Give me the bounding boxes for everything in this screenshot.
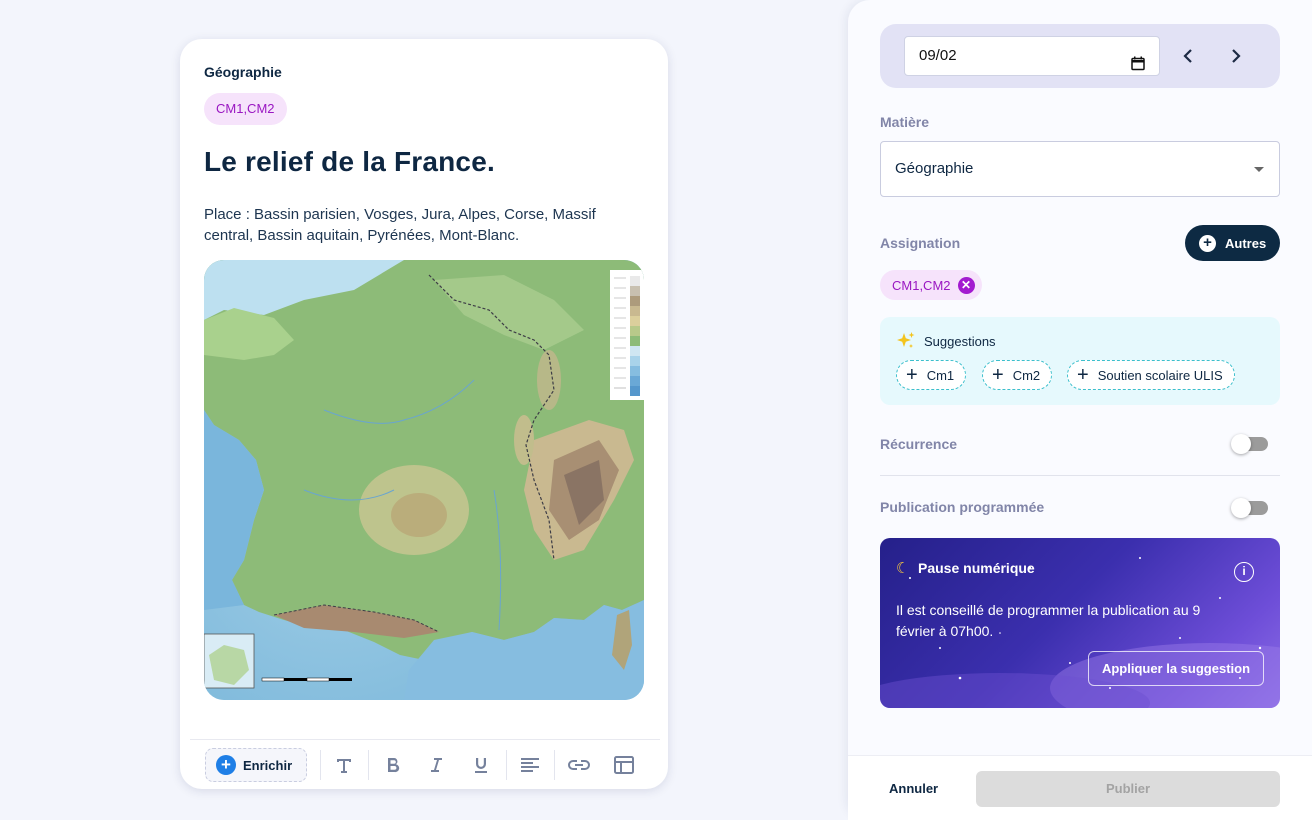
date-input[interactable]: 09/02 xyxy=(904,36,1160,76)
toggle-knob xyxy=(1231,434,1251,454)
info-icon[interactable]: i xyxy=(1234,562,1254,582)
assigned-class-tag: CM1,CM2 ✕ xyxy=(880,270,982,300)
remove-tag-icon[interactable]: ✕ xyxy=(957,276,975,294)
date-value: 09/02 xyxy=(919,47,957,64)
level-tag: CM1,CM2 xyxy=(204,93,287,125)
sparkle-icon xyxy=(896,331,916,356)
enrich-button[interactable]: + Enrichir xyxy=(205,748,307,782)
text-size-icon[interactable] xyxy=(331,752,357,778)
publication-label: Publication programmée xyxy=(880,499,1045,515)
post-editor-card: Géographie CM1,CM2 Le relief de la Franc… xyxy=(180,39,668,789)
toolbar-divider xyxy=(554,750,555,780)
table-icon[interactable] xyxy=(611,752,637,778)
plus-circle-icon: + xyxy=(216,755,236,775)
moon-icon: ☾ xyxy=(896,560,910,577)
suggestion-chip-cm2[interactable]: + Cm2 xyxy=(982,360,1053,390)
subject-label: Géographie xyxy=(204,64,282,80)
plus-circle-icon: + xyxy=(1199,234,1216,252)
autres-button[interactable]: + Autres xyxy=(1185,225,1280,261)
apply-suggestion-button[interactable]: Appliquer la suggestion xyxy=(1088,651,1264,686)
pause-title: Pause numérique xyxy=(918,560,1035,576)
bold-icon[interactable] xyxy=(380,752,406,778)
matiere-select[interactable]: Géographie xyxy=(880,141,1280,197)
post-title[interactable]: Le relief de la France. xyxy=(204,146,495,178)
caret-down-icon xyxy=(1254,167,1264,172)
suggestion-chip-label: Cm2 xyxy=(1012,367,1041,383)
matiere-label: Matière xyxy=(880,114,930,130)
chevron-left-icon[interactable] xyxy=(1174,42,1202,70)
matiere-value: Géographie xyxy=(895,160,974,177)
toolbar-divider xyxy=(320,750,321,780)
scheduled-publication-toggle[interactable] xyxy=(1231,498,1268,518)
chevron-right-icon[interactable] xyxy=(1222,42,1250,70)
recurrence-toggle[interactable] xyxy=(1231,434,1268,454)
plus-icon: + xyxy=(992,364,1004,386)
publish-button[interactable]: Publier xyxy=(976,771,1280,807)
toolbar-divider xyxy=(368,750,369,780)
suggestion-chip-label: Soutien scolaire ULIS xyxy=(1097,367,1223,383)
pause-numerique-card: ☾ Pause numérique i Il est conseillé de … xyxy=(880,538,1280,708)
assigned-class-label: CM1,CM2 xyxy=(892,277,951,293)
formatting-toolbar: + Enrichir xyxy=(190,739,660,789)
calendar-icon[interactable] xyxy=(1131,48,1145,86)
panel-footer: Annuler Publier xyxy=(848,755,1312,820)
recurrence-label: Récurrence xyxy=(880,436,958,452)
publish-settings-panel: 09/02 Matière Géographie Assignation + A… xyxy=(848,0,1312,820)
suggestion-chip-label: Cm1 xyxy=(926,367,955,383)
date-selector-bar: 09/02 xyxy=(880,24,1280,88)
underline-icon[interactable] xyxy=(468,752,494,778)
post-description[interactable]: Place : Bassin parisien, Vosges, Jura, A… xyxy=(204,204,634,246)
cancel-button[interactable]: Annuler xyxy=(889,781,938,796)
link-icon[interactable] xyxy=(566,752,592,778)
plus-icon: + xyxy=(1077,364,1089,386)
section-divider xyxy=(880,475,1280,476)
relief-map-image xyxy=(204,260,644,700)
toolbar-divider xyxy=(506,750,507,780)
suggestion-chip-ulis[interactable]: + Soutien scolaire ULIS xyxy=(1067,360,1235,390)
italic-icon[interactable] xyxy=(423,752,449,778)
align-icon[interactable] xyxy=(517,752,543,778)
pause-suggestion-text: Il est conseillé de programmer la public… xyxy=(896,602,1201,639)
suggestion-chip-cm1[interactable]: + Cm1 xyxy=(896,360,967,390)
assignation-label: Assignation xyxy=(880,235,961,251)
suggestions-title: Suggestions xyxy=(924,334,996,349)
toggle-knob xyxy=(1231,498,1251,518)
suggestions-box: Suggestions + Cm1 + Cm2 + Soutien scolai… xyxy=(880,317,1280,405)
plus-icon: + xyxy=(906,364,918,386)
autres-label: Autres xyxy=(1225,235,1267,251)
enrich-label: Enrichir xyxy=(243,757,293,773)
